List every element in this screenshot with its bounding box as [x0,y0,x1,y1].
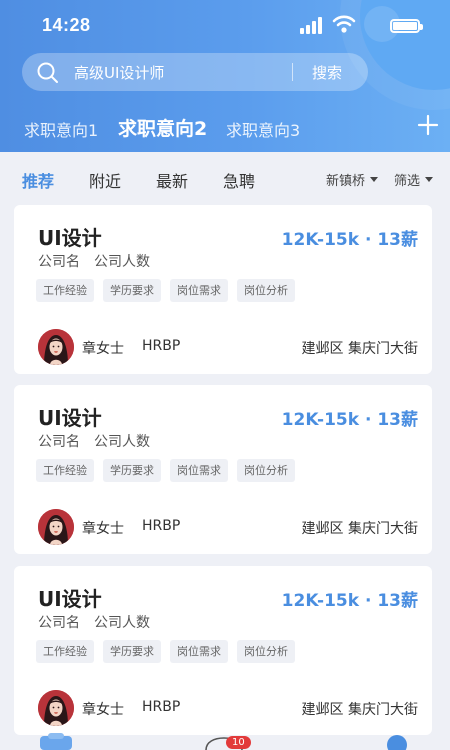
company-info: 公司名 公司人数 [38,431,150,451]
job-tag: 工作经验 [36,459,94,482]
signal-icon [300,17,326,34]
job-tags: 工作经验 学历要求 岗位需求 岗位分析 [36,459,304,482]
company-name: 公司名 [38,254,80,270]
filter-tab-urgent[interactable]: 急聘 [223,168,255,192]
status-bar: 14:28 [0,0,450,52]
filter-tab-recommend[interactable]: 推荐 [22,168,54,192]
company-size: 公司人数 [94,254,150,270]
job-location: 建邺区 集庆门大街 [301,702,418,718]
job-title: UI设计 [38,406,102,430]
location-select-label: 新镇桥 [326,174,366,189]
job-tag: 学历要求 [103,640,161,663]
job-tag: 岗位分析 [237,640,295,663]
nav-profile-icon[interactable] [384,732,410,750]
tab-intent-1[interactable]: 求职意向1 [24,117,98,141]
tab-intent-2[interactable]: 求职意向2 [118,114,207,141]
filter-select-label: 筛选 [394,174,421,189]
header: 14:28 高级UI设计师 搜索 求职意向1 求职意向2 求职意向3 [0,0,450,152]
search-input[interactable]: 高级UI设计师 [74,62,164,83]
job-tag: 岗位需求 [170,279,228,302]
search-button[interactable]: 搜索 [312,62,342,83]
recruiter-name: 章女士 [82,341,124,357]
location-select[interactable]: 新镇桥 [326,170,379,189]
add-icon[interactable] [417,114,439,136]
job-location: 建邺区 集庆门大街 [301,341,418,357]
job-tag: 工作经验 [36,279,94,302]
recruiter-name: 章女士 [82,521,124,537]
wifi-icon [332,15,356,33]
recruiter-name: 章女士 [82,702,124,718]
intent-tabs: 求职意向1 求职意向2 求职意向3 [0,112,450,142]
job-tag: 工作经验 [36,640,94,663]
job-card[interactable]: UI设计 12K-15k · 13薪 公司名 公司人数 工作经验 学历要求 岗位需… [14,385,432,554]
company-size: 公司人数 [94,434,150,450]
nav-home-icon[interactable] [38,732,74,750]
bottom-nav [0,732,450,750]
tab-intent-3[interactable]: 求职意向3 [226,117,300,141]
job-salary: 12K-15k · 13薪 [281,230,418,250]
job-salary: 12K-15k · 13薪 [281,410,418,430]
message-badge: 10 [226,736,251,749]
avatar [38,329,74,365]
job-title: UI设计 [38,226,102,250]
caret-down-icon [370,177,379,182]
job-location: 建邺区 集庆门大街 [301,521,418,537]
company-name: 公司名 [38,434,80,450]
job-title: UI设计 [38,587,102,611]
job-tag: 岗位需求 [170,459,228,482]
company-info: 公司名 公司人数 [38,612,150,632]
battery-icon [390,19,423,33]
filter-tab-nearby[interactable]: 附近 [89,168,121,192]
search-bar[interactable]: 高级UI设计师 搜索 [22,53,368,91]
company-info: 公司名 公司人数 [38,251,150,271]
job-card[interactable]: UI设计 12K-15k · 13薪 公司名 公司人数 工作经验 学历要求 岗位需… [14,566,432,735]
filter-tab-latest[interactable]: 最新 [156,168,188,192]
caret-down-icon [425,177,434,182]
recruiter-role: HRBP [142,518,181,534]
search-icon [37,62,58,83]
search-divider [292,63,293,81]
company-size: 公司人数 [94,615,150,631]
job-tag: 岗位分析 [237,459,295,482]
recruiter-role: HRBP [142,699,181,715]
job-tag: 岗位分析 [237,279,295,302]
job-salary: 12K-15k · 13薪 [281,591,418,611]
company-name: 公司名 [38,615,80,631]
job-tag: 学历要求 [103,459,161,482]
job-tag: 学历要求 [103,279,161,302]
filter-select[interactable]: 筛选 [394,170,434,189]
job-tags: 工作经验 学历要求 岗位需求 岗位分析 [36,279,304,302]
status-time: 14:28 [42,15,91,35]
job-card[interactable]: UI设计 12K-15k · 13薪 公司名 公司人数 工作经验 学历要求 岗位需… [14,205,432,374]
recruiter-role: HRBP [142,338,181,354]
filter-bar: 推荐 附近 最新 急聘 新镇桥 筛选 [0,152,450,204]
avatar [38,690,74,726]
job-tag: 岗位需求 [170,640,228,663]
job-tags: 工作经验 学历要求 岗位需求 岗位分析 [36,640,304,663]
avatar [38,509,74,545]
